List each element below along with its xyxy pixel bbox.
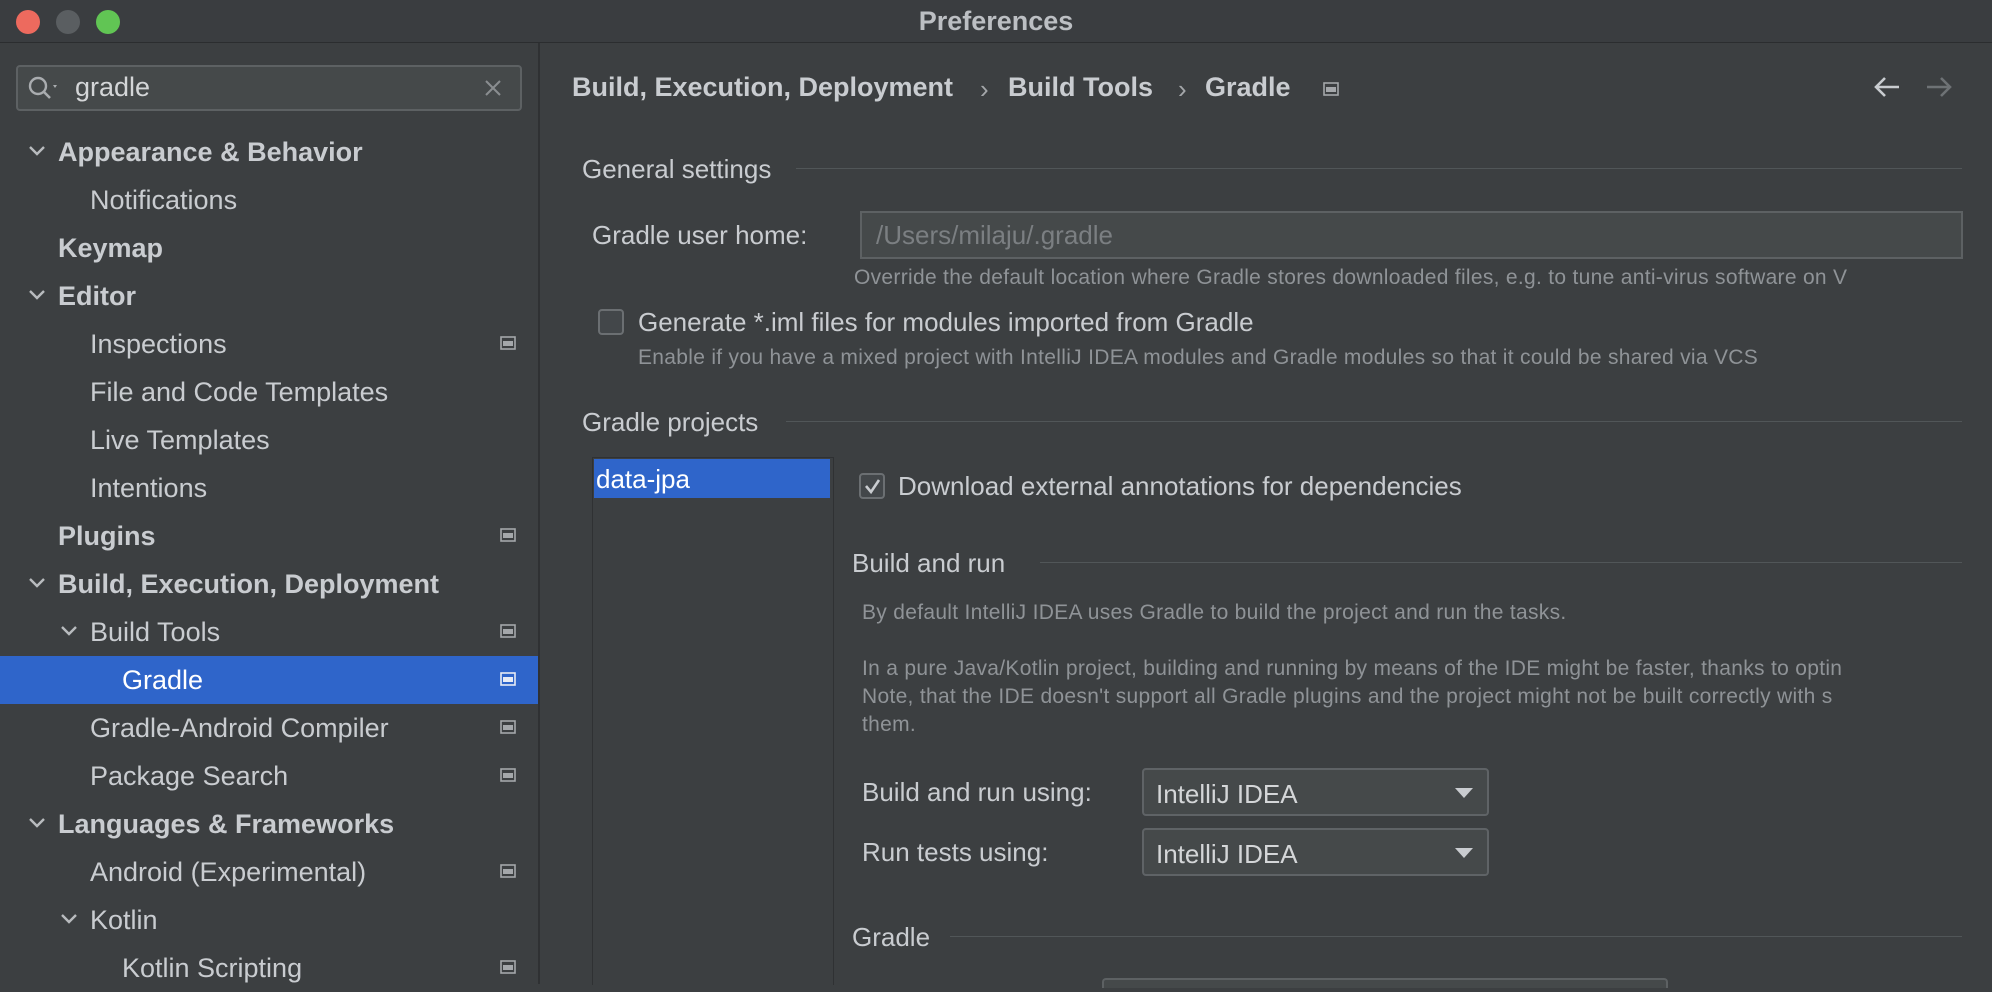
sidebar-item-label: Keymap	[58, 233, 164, 263]
generate-iml-label[interactable]: Generate *.iml files for modules importe…	[638, 307, 1254, 338]
breadcrumb-item-build-tools[interactable]: Build Tools	[1008, 72, 1153, 103]
gradle-projects-title: Gradle projects	[582, 407, 759, 437]
generate-iml-hint: Enable if you have a mixed project with …	[638, 346, 1759, 369]
build-run-description: In a pure Java/Kotlin project, building …	[862, 657, 1843, 680]
sidebar-item-intentions[interactable]: Intentions	[0, 464, 538, 512]
chevron-down-icon	[1455, 848, 1473, 858]
section-divider	[796, 168, 1962, 169]
project-scope-icon	[500, 336, 516, 350]
window-title: Preferences	[918, 6, 1074, 36]
sidebar-item-inspections[interactable]: Inspections	[0, 320, 538, 368]
sidebar-item-editor[interactable]: Editor	[0, 272, 538, 320]
breadcrumb-item-gradle: Gradle	[1205, 72, 1291, 102]
search-icon	[28, 76, 57, 99]
sidebar-item-label: Intentions	[90, 473, 208, 503]
sidebar-item-plugins[interactable]: Plugins	[0, 512, 538, 560]
section-divider	[786, 421, 1962, 422]
sidebar-item-label: File and Code Templates	[90, 377, 389, 407]
sidebar-item-gradle[interactable]: Gradle	[0, 656, 538, 704]
sidebar-item-label: Inspections	[90, 329, 227, 359]
chevron-down-icon[interactable]	[26, 140, 48, 162]
sidebar-item-live-templates[interactable]: Live Templates	[0, 416, 538, 464]
sidebar-item-label: Languages & Frameworks	[58, 809, 395, 839]
sidebar-item-label: Build, Execution, Deployment	[58, 569, 440, 599]
section-divider	[1040, 562, 1962, 563]
arrow-left-icon[interactable]	[1872, 74, 1902, 100]
breadcrumb-item-build-execution[interactable]: Build, Execution, Deployment	[572, 72, 953, 103]
checkmark-icon	[865, 479, 881, 495]
sidebar-item-label: Kotlin Scripting	[122, 953, 303, 983]
build-run-description: them.	[862, 713, 917, 736]
project-scope-icon	[500, 768, 516, 782]
sidebar-item-label: Gradle	[122, 665, 204, 695]
sidebar-item-label: Kotlin	[90, 905, 158, 935]
sidebar-item-file-and-code-templates[interactable]: File and Code Templates	[0, 368, 538, 416]
project-scope-icon	[500, 864, 516, 878]
sidebar-item-label: Plugins	[58, 521, 156, 551]
gradle-user-home-label: Gradle user home:	[592, 220, 808, 250]
sidebar-item-label: Appearance & Behavior	[58, 137, 363, 167]
sidebar-item-gradle-android-compiler[interactable]: Gradle-Android Compiler	[0, 704, 538, 752]
gradle-user-home-placeholder: /Users/milaju/.gradle	[876, 220, 1113, 250]
sidebar-item-label: Android (Experimental)	[90, 857, 367, 887]
gradle-user-home-hint: Override the default location where Grad…	[854, 266, 1848, 289]
sidebar-item-appearance-behavior[interactable]: Appearance & Behavior	[0, 128, 538, 176]
download-annotations-checkbox[interactable]	[859, 473, 885, 499]
project-scope-icon	[500, 960, 516, 974]
project-scope-icon	[500, 672, 516, 686]
general-settings-title: General settings	[582, 154, 772, 184]
build-run-using-value: IntelliJ IDEA	[1156, 779, 1298, 809]
chevron-down-icon[interactable]	[26, 572, 48, 594]
arrow-right-icon[interactable]	[1924, 74, 1954, 100]
close-icon[interactable]	[484, 79, 502, 97]
gradle-subsection-title: Gradle	[852, 922, 931, 952]
run-tests-using-label: Run tests using:	[862, 837, 1049, 867]
search-input-value: gradle	[75, 72, 151, 102]
build-and-run-title: Build and run	[852, 548, 1006, 578]
sidebar-item-package-search[interactable]: Package Search	[0, 752, 538, 800]
project-scope-icon	[500, 624, 516, 638]
sidebar-item-build-tools[interactable]: Build Tools	[0, 608, 538, 656]
sidebar-item-keymap[interactable]: Keymap	[0, 224, 538, 272]
run-tests-using-value: IntelliJ IDEA	[1156, 839, 1298, 869]
sidebar-item-android-experimental[interactable]: Android (Experimental)	[0, 848, 538, 896]
section-divider	[950, 936, 1962, 937]
chevron-down-icon[interactable]	[58, 620, 80, 642]
build-run-description: Note, that the IDE doesn't support all G…	[862, 685, 1833, 708]
chevron-down-icon	[1455, 788, 1473, 798]
chevron-down-icon[interactable]	[26, 284, 48, 306]
run-tests-using-select[interactable]: IntelliJ IDEA	[1142, 828, 1489, 876]
breadcrumb-separator: ›	[980, 74, 989, 104]
project-scope-icon	[500, 528, 516, 542]
sidebar-item-label: Live Templates	[90, 425, 270, 455]
download-annotations-label[interactable]: Download external annotations for depend…	[898, 471, 1462, 502]
sidebar-item-notifications[interactable]: Notifications	[0, 176, 538, 224]
breadcrumb-separator: ›	[1178, 74, 1187, 104]
generate-iml-checkbox[interactable]	[598, 309, 624, 335]
build-run-using-label: Build and run using:	[862, 777, 1092, 807]
project-scope-icon	[1323, 82, 1339, 96]
build-run-using-select[interactable]: IntelliJ IDEA	[1142, 768, 1489, 816]
list-item[interactable]: data-jpa	[594, 459, 830, 498]
project-name: data-jpa	[596, 464, 690, 494]
sidebar-item-label: Editor	[58, 281, 136, 311]
sidebar-item-label: Notifications	[90, 185, 238, 215]
sidebar-item-label: Build Tools	[90, 617, 221, 647]
sidebar-item-kotlin-scripting[interactable]: Kotlin Scripting	[0, 944, 538, 992]
build-run-description: By default IntelliJ IDEA uses Gradle to …	[862, 601, 1567, 624]
chevron-down-icon[interactable]	[26, 812, 48, 834]
sidebar-item-languages-frameworks[interactable]: Languages & Frameworks	[0, 800, 538, 848]
project-scope-icon	[500, 720, 516, 734]
sidebar-item-label: Package Search	[90, 761, 289, 791]
sidebar-item-kotlin[interactable]: Kotlin	[0, 896, 538, 944]
gradle-projects-list	[592, 457, 834, 985]
chevron-down-icon[interactable]	[58, 908, 80, 930]
gradle-jvm-select[interactable]	[1102, 978, 1668, 988]
sidebar-item-label: Gradle-Android Compiler	[90, 713, 389, 743]
sidebar-item-build-execution-deployment[interactable]: Build, Execution, Deployment	[0, 560, 538, 608]
